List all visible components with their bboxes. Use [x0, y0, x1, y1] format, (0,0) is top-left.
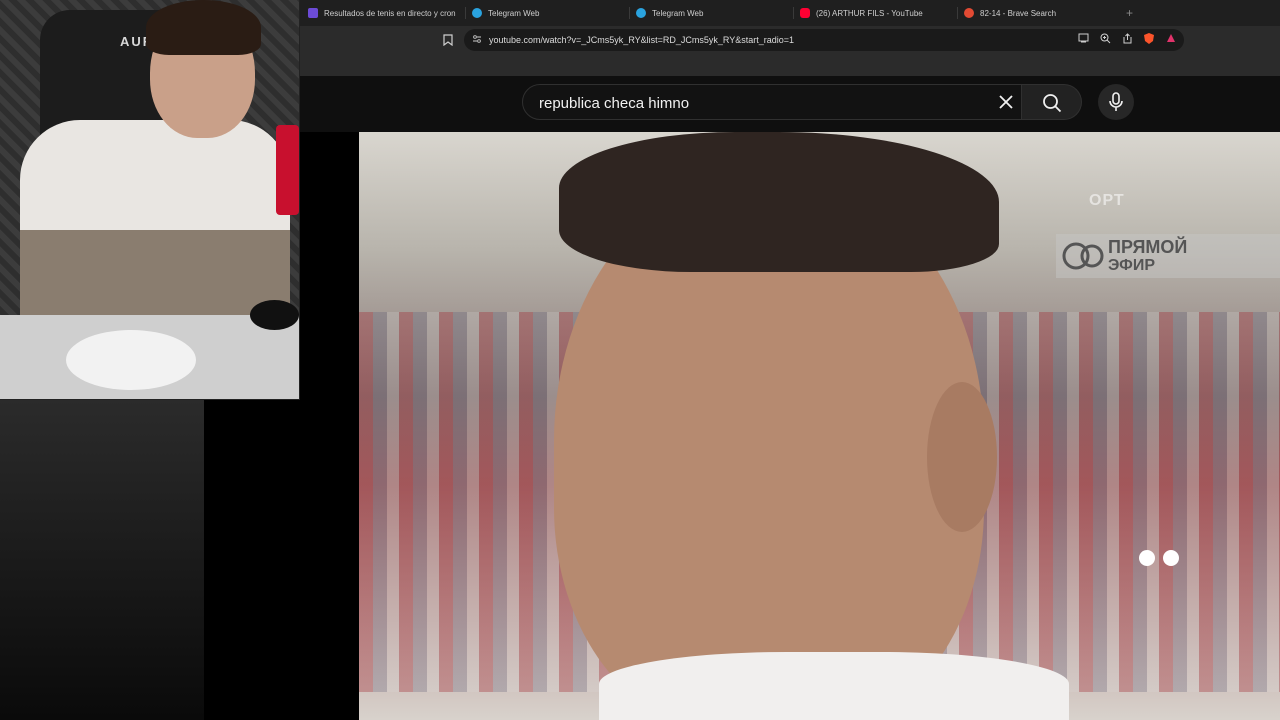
tab-separator [793, 7, 794, 19]
clear-search-icon[interactable] [995, 91, 1017, 113]
youtube-masthead [300, 76, 1280, 132]
new-tab-button[interactable]: + [1126, 6, 1133, 20]
bookmark-icon[interactable] [443, 34, 453, 47]
brave-shields-icon[interactable] [1142, 33, 1156, 47]
url-text: youtube.com/watch?v=_JCms5yk_RY&list=RD_… [489, 35, 795, 45]
address-bar-row: youtube.com/watch?v=_JCms5yk_RY&list=RD_… [300, 26, 1280, 76]
tab-title: Telegram Web [488, 8, 540, 18]
player-shirt [599, 652, 1069, 720]
microphone-base [250, 300, 299, 330]
player-ear [927, 382, 997, 532]
sofascore-icon [308, 8, 318, 18]
video-player[interactable]: ОРТ ПРЯМОЙ ЭФИР [359, 132, 1280, 720]
tab-title: Telegram Web [652, 8, 704, 18]
tab-title: 82-14 - Brave Search [980, 8, 1057, 18]
tab-bar: Resultados de tenis en directo y cron Te… [300, 0, 1280, 26]
tab-telegram-2[interactable]: Telegram Web [636, 0, 786, 26]
tab-youtube[interactable]: (26) ARTHUR FILS - YouTube [800, 0, 950, 26]
webcam-overlay: AURE [0, 0, 300, 400]
share-icon[interactable] [1120, 33, 1134, 47]
tab-separator [629, 7, 630, 19]
search-input[interactable] [537, 85, 981, 121]
site-settings-icon[interactable] [472, 34, 482, 46]
search-box [522, 84, 1022, 121]
address-bar[interactable]: youtube.com/watch?v=_JCms5yk_RY&list=RD_… [464, 29, 1184, 51]
brave-search-icon [964, 8, 974, 18]
cast-icon[interactable] [1076, 33, 1090, 47]
football-icon [1062, 240, 1104, 272]
empty-side-panel [0, 400, 204, 720]
stadium-lights [1139, 550, 1199, 566]
tab-sofascore[interactable]: Resultados de tenis en directo y cron [308, 0, 458, 26]
zoom-icon[interactable] [1098, 33, 1112, 47]
tab-telegram-1[interactable]: Telegram Web [472, 0, 622, 26]
microphone-icon [1109, 92, 1123, 111]
black-margin [204, 400, 300, 720]
tab-title: (26) ARTHUR FILS - YouTube [816, 8, 923, 18]
live-broadcast-badge: ПРЯМОЙ ЭФИР [1056, 234, 1280, 278]
broadcast-logo: ОРТ [1089, 192, 1125, 209]
telegram-icon [472, 8, 482, 18]
player-hair [559, 132, 999, 272]
tab-brave-search[interactable]: 82-14 - Brave Search [964, 0, 1114, 26]
tab-title: Resultados de tenis en directo y cron [324, 8, 456, 18]
live-text-line1: ПРЯМОЙ [1108, 237, 1188, 257]
brave-rewards-icon[interactable] [1164, 33, 1178, 47]
tab-separator [465, 7, 466, 19]
telegram-icon [636, 8, 646, 18]
search-button[interactable] [1022, 84, 1082, 120]
search-icon [1043, 94, 1062, 113]
address-bar-actions [1076, 33, 1178, 47]
live-text-line2: ЭФИР [1108, 257, 1155, 274]
mouse-pad [66, 330, 196, 390]
microphone-icon [276, 125, 299, 215]
tab-separator [957, 7, 958, 19]
streamer-hair [146, 0, 261, 55]
voice-search-button[interactable] [1098, 84, 1134, 120]
youtube-icon [800, 8, 810, 18]
